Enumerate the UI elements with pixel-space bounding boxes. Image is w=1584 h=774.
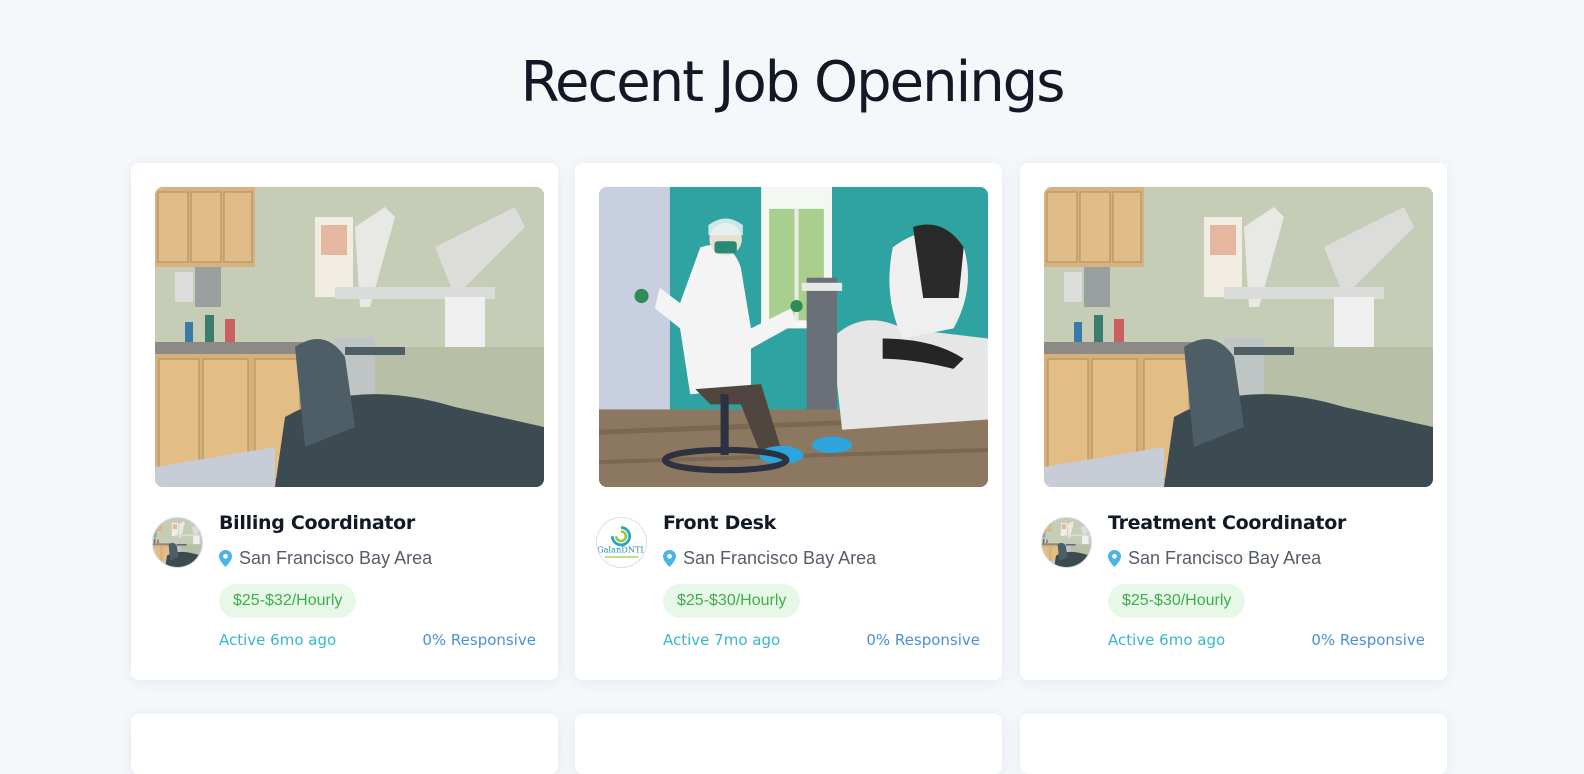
job-card[interactable] — [1020, 714, 1447, 774]
job-location: San Francisco Bay Area — [663, 547, 876, 569]
job-card[interactable] — [131, 714, 558, 774]
job-card[interactable]: GalanDNTL Front Desk San Francisco Bay A… — [575, 163, 1002, 680]
pay-badge: $25-$30/Hourly — [663, 584, 801, 618]
page-title: Recent Job Openings — [520, 50, 1066, 115]
responsive-rate: 0% Responsive — [866, 631, 980, 649]
job-card[interactable] — [575, 714, 1002, 774]
logo-text: GalanDNTL — [597, 545, 646, 555]
map-pin-icon — [219, 549, 232, 567]
responsive-rate: 0% Responsive — [422, 631, 536, 649]
active-status: Active 6mo ago — [219, 631, 337, 649]
dental-office-photo[interactable] — [155, 187, 544, 487]
company-avatar — [152, 517, 203, 568]
active-status: Active 6mo ago — [1108, 631, 1226, 649]
active-status: Active 7mo ago — [663, 631, 781, 649]
dental-office-photo[interactable] — [1044, 187, 1433, 487]
job-title[interactable]: Billing Coordinator — [219, 512, 415, 534]
job-location: San Francisco Bay Area — [1108, 547, 1321, 569]
responsive-rate: 0% Responsive — [1311, 631, 1425, 649]
map-pin-icon — [663, 549, 676, 567]
job-card[interactable]: Treatment Coordinator San Francisco Bay … — [1020, 163, 1447, 680]
job-title[interactable]: Front Desk — [663, 512, 776, 534]
job-card[interactable]: Billing Coordinator San Francisco Bay Ar… — [131, 163, 558, 680]
pay-badge: $25-$32/Hourly — [219, 584, 357, 618]
galan-dntl-logo: GalanDNTL — [596, 517, 647, 568]
job-title[interactable]: Treatment Coordinator — [1108, 512, 1346, 534]
location-label: San Francisco Bay Area — [239, 547, 433, 568]
dentist-in-ppe-photo[interactable] — [599, 187, 988, 487]
location-label: San Francisco Bay Area — [1128, 547, 1322, 568]
company-avatar — [1041, 517, 1092, 568]
job-location: San Francisco Bay Area — [219, 547, 432, 569]
pay-badge: $25-$30/Hourly — [1108, 584, 1246, 618]
map-pin-icon — [1108, 549, 1121, 567]
location-label: San Francisco Bay Area — [683, 547, 877, 568]
